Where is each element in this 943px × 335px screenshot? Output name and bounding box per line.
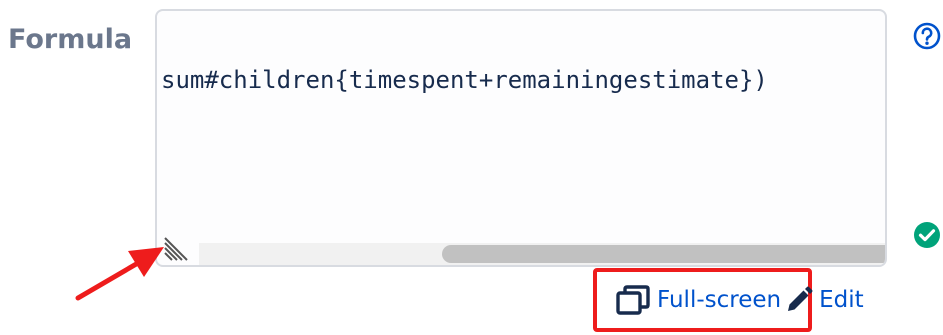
formula-text[interactable]: sum#children{timespent+remainingestimate… [161,66,768,94]
fullscreen-button[interactable]: Full-screen [615,283,781,317]
check-circle-icon [914,222,940,248]
pencil-icon [788,286,813,311]
edit-button[interactable]: Edit [785,286,864,314]
window-restore-icon [616,285,650,315]
horizontal-scrollbar[interactable] [199,243,885,265]
edit-label[interactable]: Edit [819,287,864,313]
scrollbar-thumb[interactable] [442,245,885,263]
formula-editor[interactable]: sum#children{timespent+remainingestimate… [155,9,887,267]
question-circle-icon[interactable] [912,21,942,51]
fullscreen-label[interactable]: Full-screen [657,287,781,313]
editor-actions: Full-screen Edit [615,280,864,320]
formula-label: Formula [8,24,133,55]
annotation-arrow [75,247,164,301]
